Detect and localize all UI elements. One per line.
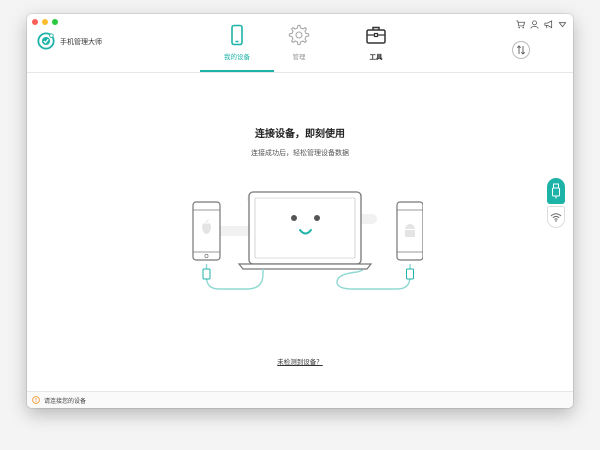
app-window: 手机管理大师 我的设备 管理 工具 连接设备，即刻使用 连接成功后，轻松管理设备…	[27, 14, 573, 408]
app-logo-icon	[37, 32, 55, 50]
transfer-button[interactable]	[512, 41, 530, 59]
dropdown-icon[interactable]	[558, 20, 567, 29]
phone-icon	[231, 24, 243, 46]
usb-icon	[552, 183, 560, 199]
megaphone-icon[interactable]	[544, 20, 553, 29]
status-bar: 请连接您的设备	[27, 391, 573, 408]
window-controls	[32, 19, 58, 25]
wifi-icon	[550, 213, 562, 222]
tab-my-devices[interactable]: 我的设备	[200, 24, 274, 72]
warning-icon	[32, 396, 40, 404]
tab-tools[interactable]: 工具	[349, 24, 403, 72]
tab-label: 我的设备	[224, 53, 250, 61]
tab-label: 管理	[292, 53, 306, 61]
connect-headline: 连接设备，即刻使用	[255, 129, 345, 140]
gear-icon	[288, 24, 310, 46]
wifi-connect-button[interactable]	[547, 206, 565, 228]
top-right-toolbar	[516, 20, 567, 29]
usb-connect-button[interactable]	[547, 178, 565, 204]
minimize-window-button[interactable]	[42, 19, 48, 25]
connect-subline: 连接成功后，轻松管理设备数据	[251, 149, 349, 157]
tab-manage[interactable]: 管理	[272, 24, 326, 72]
transfer-arrows-icon	[516, 45, 526, 55]
close-window-button[interactable]	[32, 19, 38, 25]
apple-phone-icon	[192, 201, 221, 261]
status-text: 请连接您的设备	[44, 398, 87, 405]
device-connection-illustration	[192, 191, 423, 290]
no-device-detected-link[interactable]: 未检测到设备？	[27, 356, 573, 366]
title-bar: 手机管理大师 我的设备 管理 工具	[27, 14, 573, 73]
android-phone-icon	[396, 201, 423, 261]
cart-icon[interactable]	[516, 20, 525, 29]
tab-label: 工具	[369, 53, 383, 61]
toolbox-icon	[366, 26, 386, 44]
laptop-icon	[237, 191, 373, 270]
user-icon[interactable]	[530, 20, 539, 29]
app-title: 手机管理大师	[60, 38, 102, 46]
maximize-window-button[interactable]	[52, 19, 58, 25]
